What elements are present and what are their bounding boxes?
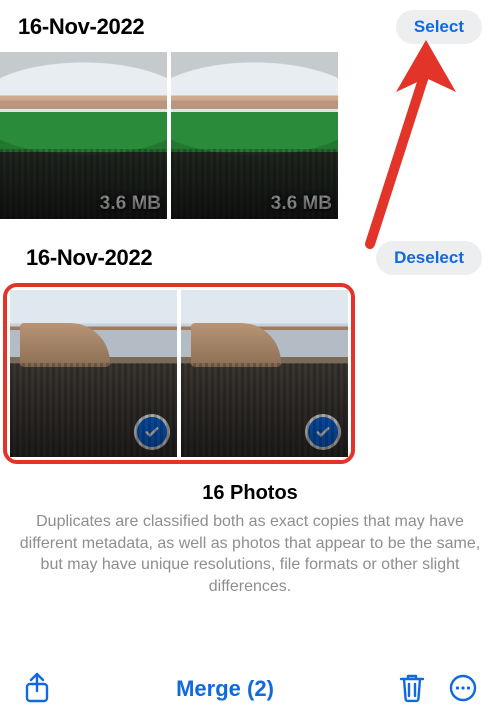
merge-button[interactable]: Merge (2): [176, 676, 274, 702]
selected-check-icon: [308, 417, 338, 447]
share-icon: [22, 671, 52, 705]
duplicate-group: 3.6 MB 3.6 MB: [0, 52, 500, 231]
group-header: 16-Nov-2022 Select: [0, 0, 500, 52]
file-size-badge: 3.6 MB: [271, 193, 332, 215]
file-size-badge: 3.6 MB: [100, 193, 161, 215]
more-button[interactable]: [448, 673, 478, 706]
bottom-toolbar: Merge (2): [0, 657, 500, 727]
delete-button[interactable]: [398, 672, 426, 707]
summary-body: Duplicates are classified both as exact …: [0, 511, 500, 615]
annotation-highlight-box: [3, 283, 355, 464]
share-button[interactable]: [22, 671, 52, 708]
group-date: 16-Nov-2022: [26, 245, 152, 271]
selected-check-icon: [137, 417, 167, 447]
photo-thumbnail[interactable]: 3.6 MB: [0, 52, 167, 219]
photo-thumbnail[interactable]: [10, 290, 177, 457]
ellipsis-circle-icon: [448, 673, 478, 703]
summary-title: 16 Photos: [0, 482, 500, 505]
group-date: 16-Nov-2022: [18, 14, 144, 40]
photo-thumbnail[interactable]: 3.6 MB: [171, 52, 338, 219]
group-header: 16-Nov-2022 Deselect: [0, 231, 500, 283]
deselect-button[interactable]: Deselect: [376, 241, 482, 275]
trash-icon: [398, 672, 426, 704]
select-button[interactable]: Select: [396, 10, 482, 44]
photo-thumbnail[interactable]: [181, 290, 348, 457]
